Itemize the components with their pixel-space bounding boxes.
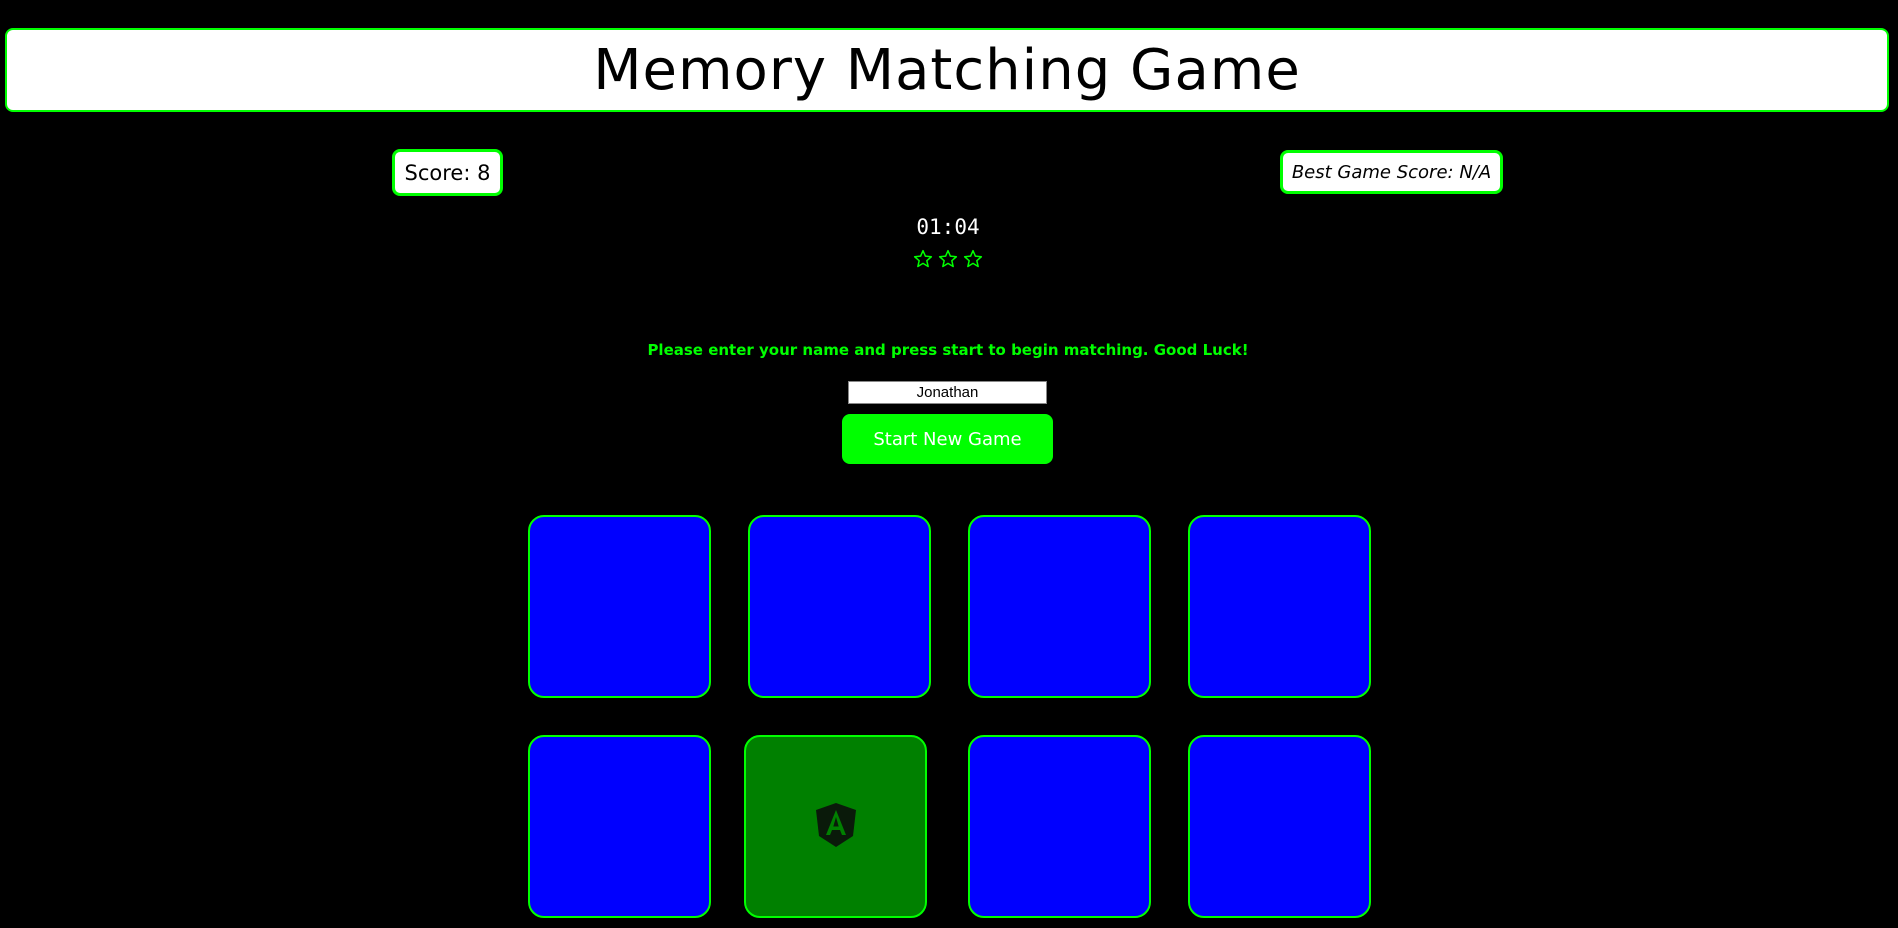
memory-card[interactable] [968, 735, 1151, 918]
score-display: Score: 8 [392, 149, 503, 196]
star-outline-icon [913, 249, 933, 273]
best-score-display: Best Game Score: N/A [1280, 150, 1503, 194]
memory-card[interactable] [748, 515, 931, 698]
star-outline-icon [938, 249, 958, 273]
angular-logo-icon [815, 802, 857, 852]
memory-card[interactable] [528, 735, 711, 918]
star-outline-icon [963, 249, 983, 273]
memory-card-flipped[interactable] [744, 735, 927, 918]
start-new-game-button[interactable]: Start New Game [842, 414, 1053, 464]
page-title: Memory Matching Game [593, 37, 1301, 103]
memory-card[interactable] [1188, 515, 1371, 698]
memory-card[interactable] [1188, 735, 1371, 918]
timer-display: 01:04 [916, 215, 980, 239]
player-name-input[interactable] [848, 381, 1047, 404]
instructions-text: Please enter your name and press start t… [647, 341, 1249, 359]
star-rating [913, 249, 983, 273]
memory-card[interactable] [968, 515, 1151, 698]
title-bar: Memory Matching Game [5, 28, 1889, 112]
memory-card[interactable] [528, 515, 711, 698]
